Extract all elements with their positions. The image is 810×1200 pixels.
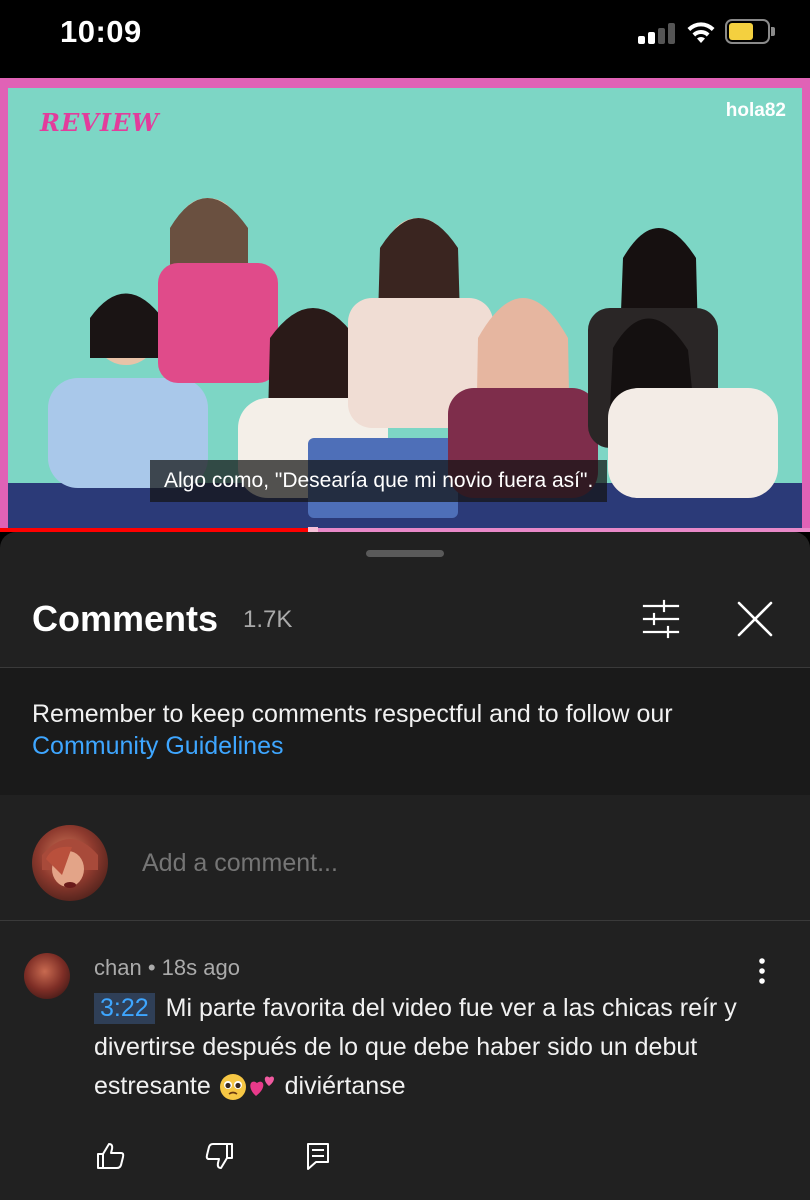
community-guidelines-link[interactable]: Community Guidelines [32, 732, 284, 760]
comments-count: 1.7K [243, 606, 293, 633]
panel-title: Comments [32, 598, 219, 639]
status-bar: 10:09 [0, 0, 810, 78]
pleading-face-emoji [219, 1074, 246, 1101]
meta-separator: • [147, 955, 156, 980]
guidelines-notice: Remember to keep comments respectful and… [0, 668, 810, 795]
signal-icon [638, 22, 676, 44]
video-player[interactable]: REVIEW hola82 Algo como, "Desearía que m… [0, 78, 810, 532]
video-caption: Algo como, "Desearía que mi novio fuera … [150, 460, 608, 502]
comment-time: 18s ago [161, 955, 240, 980]
comment-author[interactable]: chan [94, 955, 142, 980]
close-icon[interactable] [730, 594, 780, 644]
wifi-icon [687, 22, 715, 43]
avatar[interactable] [24, 953, 70, 999]
status-time: 10:09 [60, 14, 142, 49]
two-hearts-emoji [249, 1076, 274, 1097]
comment-text-end: diviértanse [277, 1072, 406, 1100]
more-vert-icon[interactable] [748, 955, 776, 987]
avatar [32, 825, 108, 901]
channel-logo-hola82: hola82 [725, 100, 786, 121]
add-comment-row[interactable] [0, 795, 810, 920]
comment-meta: chan • 18s ago [94, 955, 240, 981]
reply-icon[interactable] [302, 1139, 336, 1173]
timestamp-link[interactable]: 3:22 [94, 993, 155, 1024]
comment-item: chan • 18s ago 3:22 Mi parte favorita de… [0, 921, 810, 1200]
dislike-icon[interactable] [202, 1139, 236, 1173]
like-icon[interactable] [94, 1139, 128, 1173]
filter-icon[interactable] [636, 594, 686, 644]
drag-handle[interactable] [366, 550, 444, 557]
channel-logo-review: REVIEW [40, 108, 160, 137]
comment-text: Mi parte favorita del video fue ver a la… [94, 994, 737, 1100]
guidelines-text: Remember to keep comments respectful and… [32, 700, 673, 728]
battery-icon [725, 19, 775, 44]
comments-panel: Comments 1.7K Remember to keep comments … [0, 532, 810, 1200]
add-comment-input[interactable] [142, 849, 742, 878]
comment-body: 3:22 Mi parte favorita del video fue ver… [94, 989, 784, 1106]
